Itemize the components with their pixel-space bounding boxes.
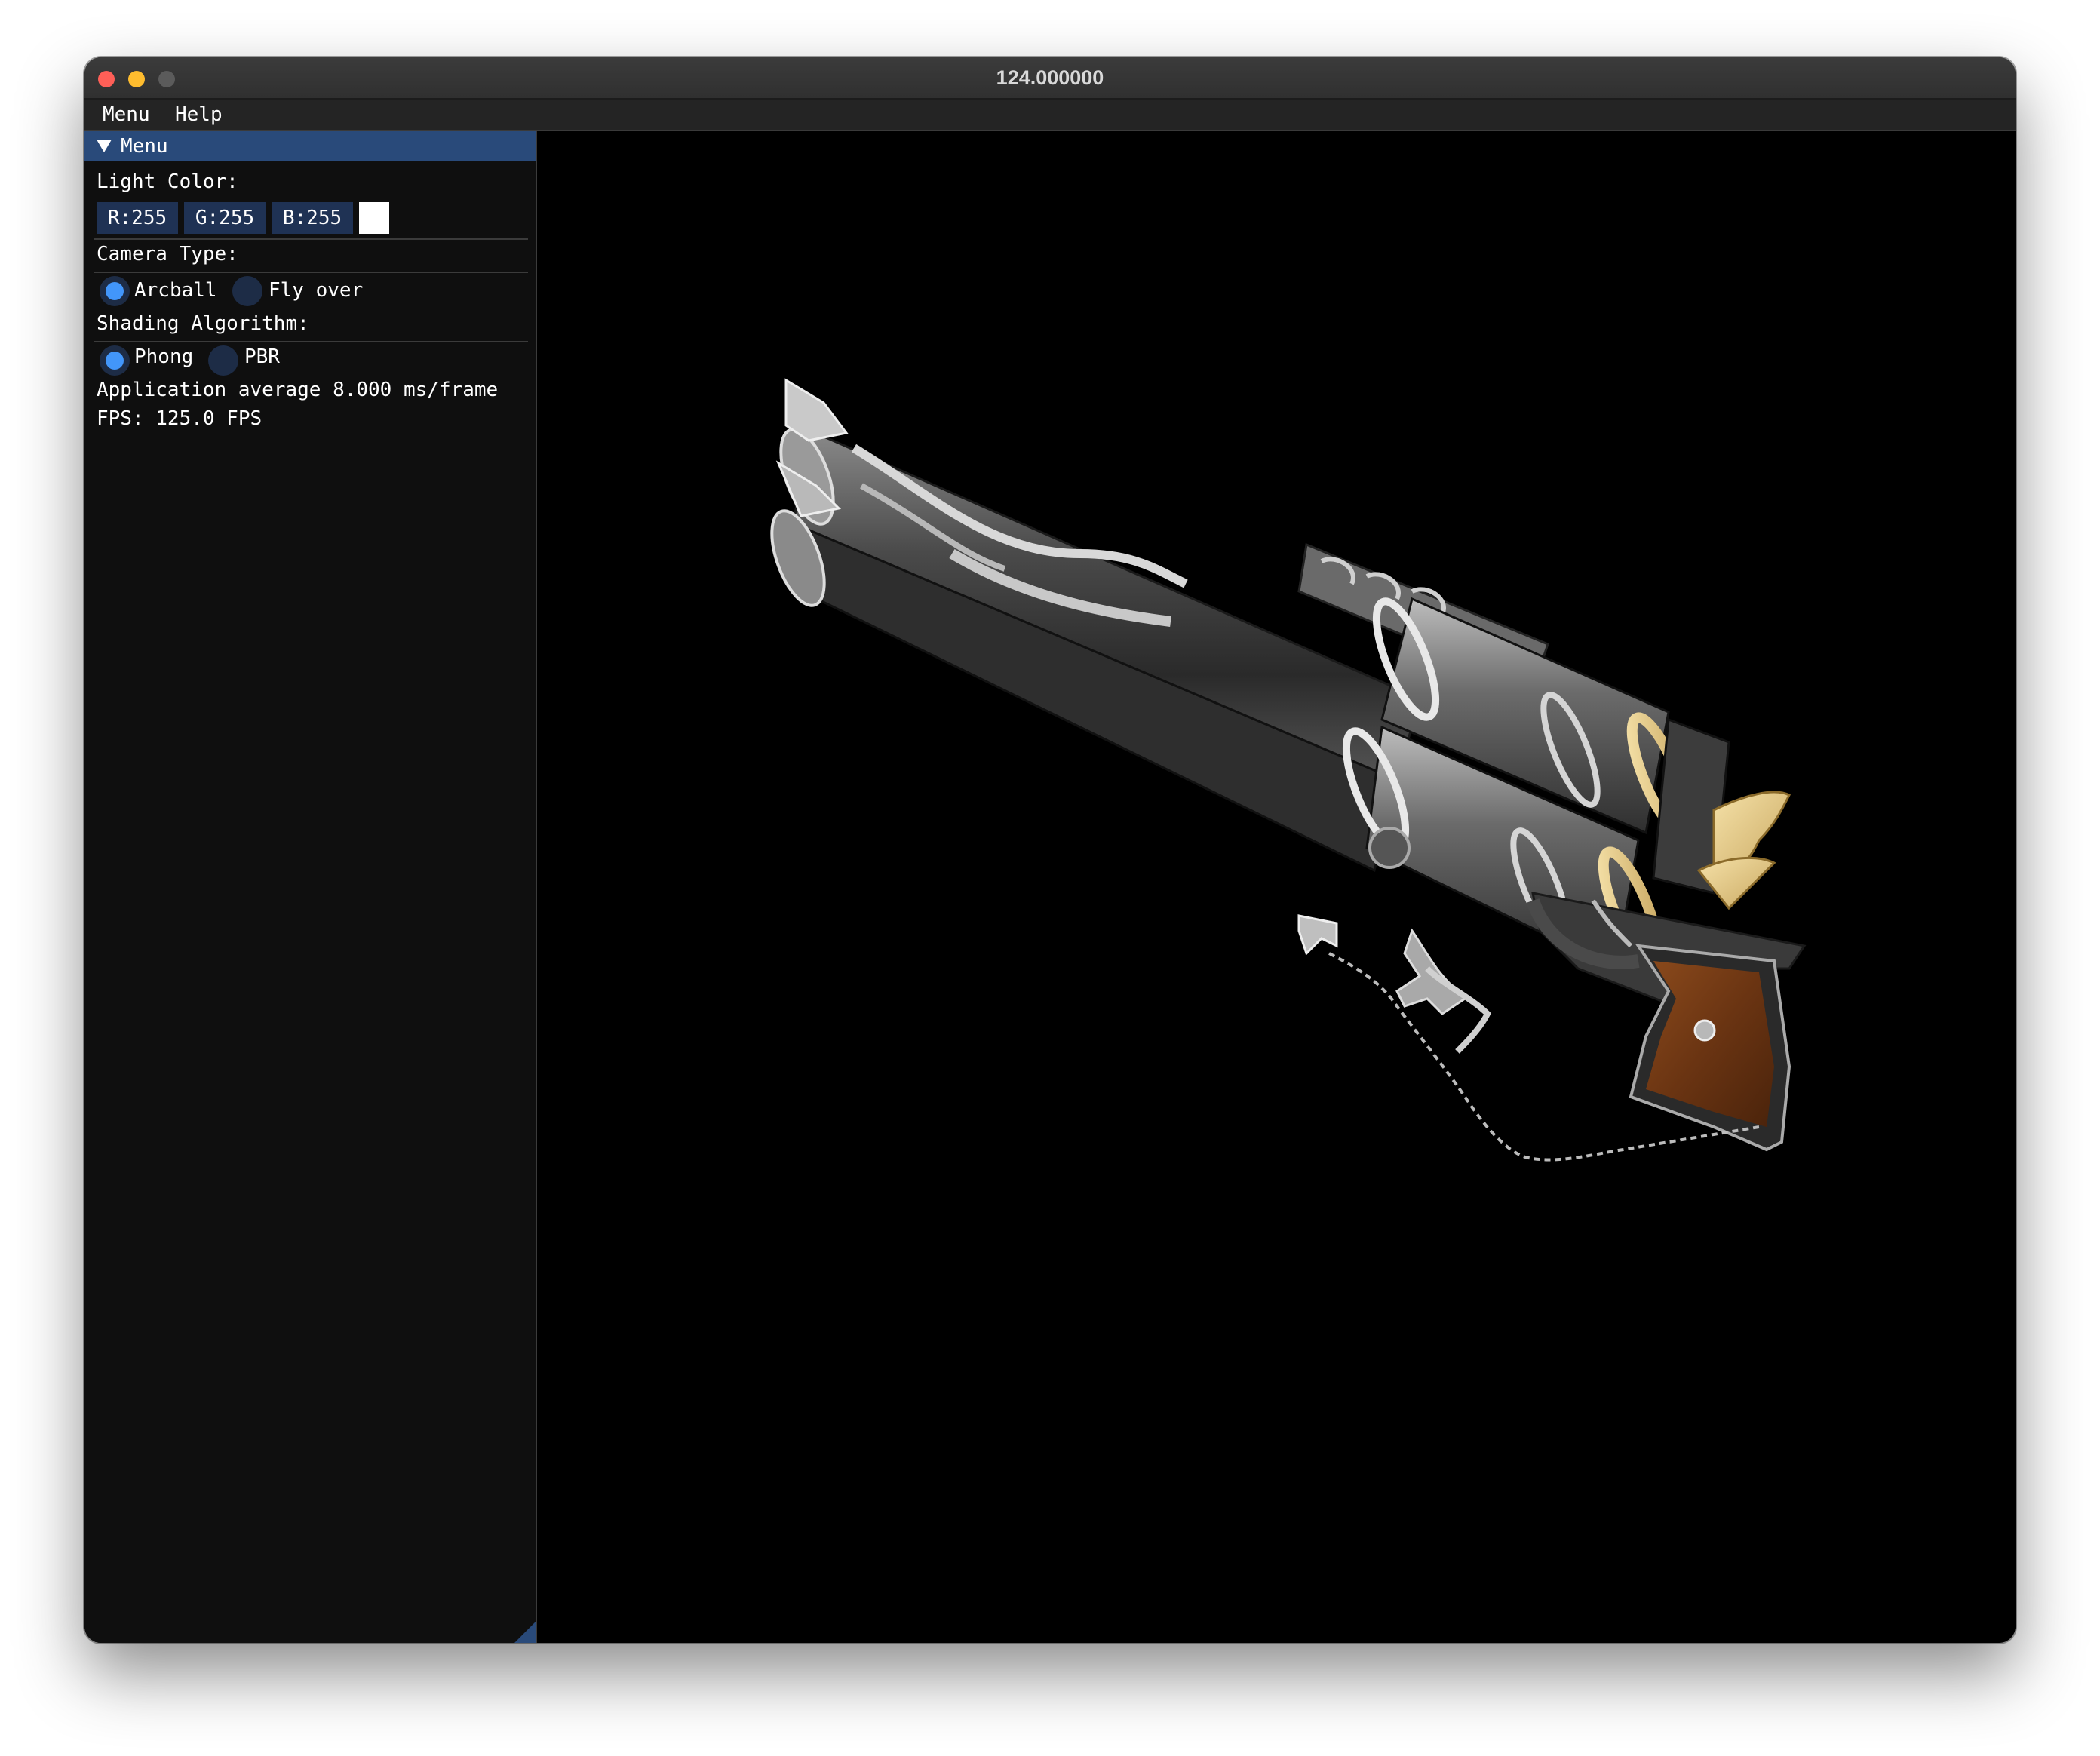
app-window: 124.000000 Menu Help Menu Light Color: R… [84,57,2016,1643]
light-color-swatch[interactable] [359,202,389,234]
light-color-r-field[interactable]: R:255 [97,202,178,234]
separator [94,341,528,342]
menu-help[interactable]: Help [175,100,223,130]
shading-phong-label[interactable]: Phong [134,345,193,368]
fps-stat: FPS: 125.0 FPS [97,407,262,430]
panel-header[interactable]: Menu [84,131,536,161]
camera-arcball-radio[interactable] [100,276,130,306]
panel-title: Menu [121,135,168,158]
collapse-arrow-icon[interactable] [97,140,112,152]
camera-arcball-label[interactable]: Arcball [134,279,217,302]
panel-resize-grip[interactable] [514,1622,536,1643]
light-color-label: Light Color: [97,170,238,193]
menu-bar: Menu Help [84,100,2016,131]
shading-phong-radio[interactable] [100,345,130,376]
shading-pbr-label[interactable]: PBR [244,345,280,368]
menu-menu[interactable]: Menu [103,100,150,130]
title-bar[interactable]: 124.000000 [84,57,2016,100]
gunblade-model-render [770,378,1807,1162]
camera-flyover-label[interactable]: Fly over [269,279,363,302]
window-title: 124.000000 [996,66,1104,89]
light-color-g-field[interactable]: G:255 [184,202,266,234]
separator [94,238,528,240]
separator [94,272,528,273]
camera-flyover-radio[interactable] [232,276,262,306]
settings-panel: Menu Light Color: R:255 G:255 B:255 Came… [84,131,537,1643]
shading-algorithm-label: Shading Algorithm: [97,312,309,335]
render-viewport[interactable] [537,131,2016,1643]
camera-type-label: Camera Type: [97,243,238,266]
light-color-b-field[interactable]: B:255 [272,202,353,234]
frame-time-stat: Application average 8.000 ms/frame [97,379,499,401]
shading-pbr-radio[interactable] [208,345,238,376]
